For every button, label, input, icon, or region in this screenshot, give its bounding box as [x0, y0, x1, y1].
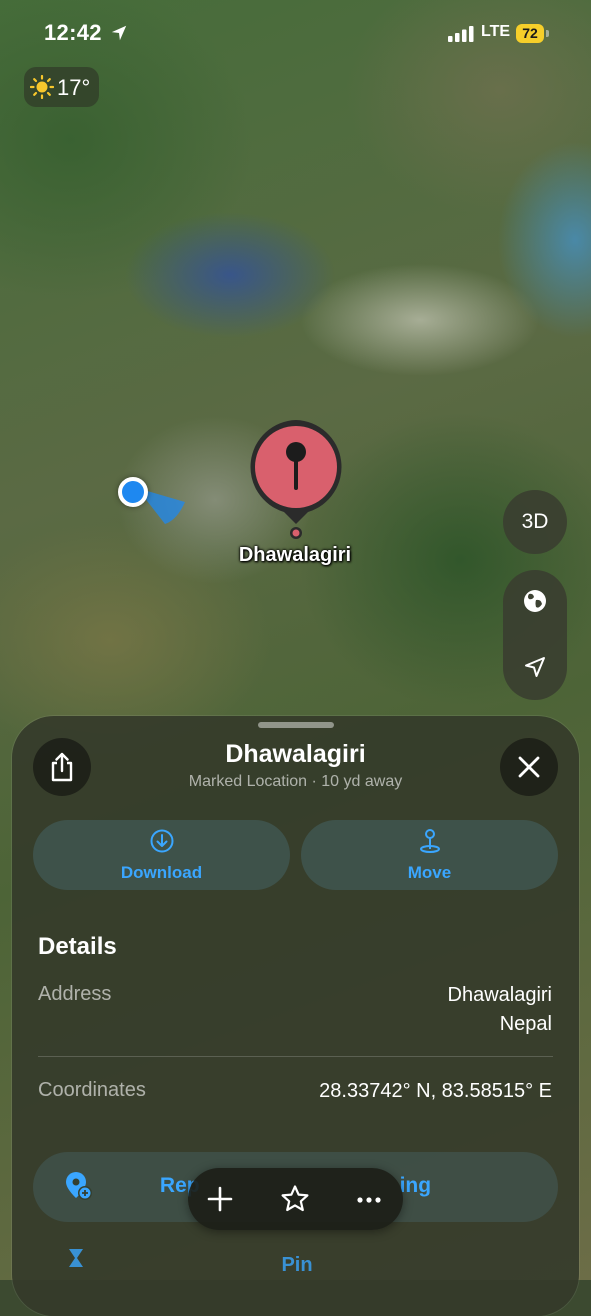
share-button[interactable]	[33, 738, 91, 796]
marked-location-pin[interactable]	[246, 418, 346, 543]
address-value[interactable]: Dhawalagiri Nepal	[448, 981, 553, 1039]
location-arrow-icon[interactable]	[523, 655, 547, 679]
sheet-grabber[interactable]	[258, 722, 334, 728]
pin-action-label[interactable]: Pin	[212, 1254, 382, 1277]
weather-temperature: 17°	[57, 75, 91, 100]
weather-badge[interactable]: 17°	[24, 67, 99, 107]
globe-icon[interactable]	[522, 588, 548, 614]
divider	[38, 1056, 553, 1057]
share-icon	[51, 752, 73, 782]
status-time: 12:42	[44, 20, 102, 45]
address-line-1: Dhawalagiri	[447, 984, 553, 1006]
battery-icon: 72	[516, 24, 544, 43]
place-title: Dhawalagiri	[225, 740, 366, 768]
move-button[interactable]: Move	[301, 820, 558, 890]
address-label: Address	[38, 983, 112, 1005]
move-label: Move	[407, 863, 452, 882]
status-bar: 12:42 LTE 72	[0, 0, 591, 66]
signal-bars-icon	[448, 26, 474, 42]
battery-nub	[546, 30, 549, 37]
download-label: Download	[120, 863, 203, 882]
download-icon	[150, 829, 174, 853]
details-heading: Details	[38, 933, 117, 960]
location-arrow-icon	[111, 25, 127, 41]
download-button[interactable]: Download	[33, 820, 290, 890]
place-subtitle: Marked Location · 10 yd away	[188, 773, 403, 790]
close-button[interactable]	[500, 738, 558, 796]
network-type: LTE	[481, 23, 511, 40]
more-icon[interactable]	[354, 1184, 384, 1214]
floating-toolbar	[188, 1168, 403, 1230]
sun-icon	[30, 75, 54, 99]
close-icon	[518, 756, 540, 778]
coordinates-value[interactable]: 28.33742° N, 83.58515° E	[319, 1077, 552, 1106]
coordinates-label: Coordinates	[38, 1079, 146, 1101]
star-icon[interactable]	[280, 1184, 310, 1214]
user-location-dot[interactable]	[118, 477, 148, 507]
plus-icon[interactable]	[205, 1184, 235, 1214]
pin-label: Dhawalagiri	[238, 544, 352, 566]
move-pin-icon	[420, 829, 440, 853]
map-controls	[503, 570, 567, 700]
address-line-2: Nepal	[499, 1013, 552, 1035]
hourglass-icon	[69, 1249, 83, 1267]
report-label-right: ing	[399, 1174, 432, 1197]
3d-toggle-button[interactable]: 3D	[503, 490, 567, 554]
